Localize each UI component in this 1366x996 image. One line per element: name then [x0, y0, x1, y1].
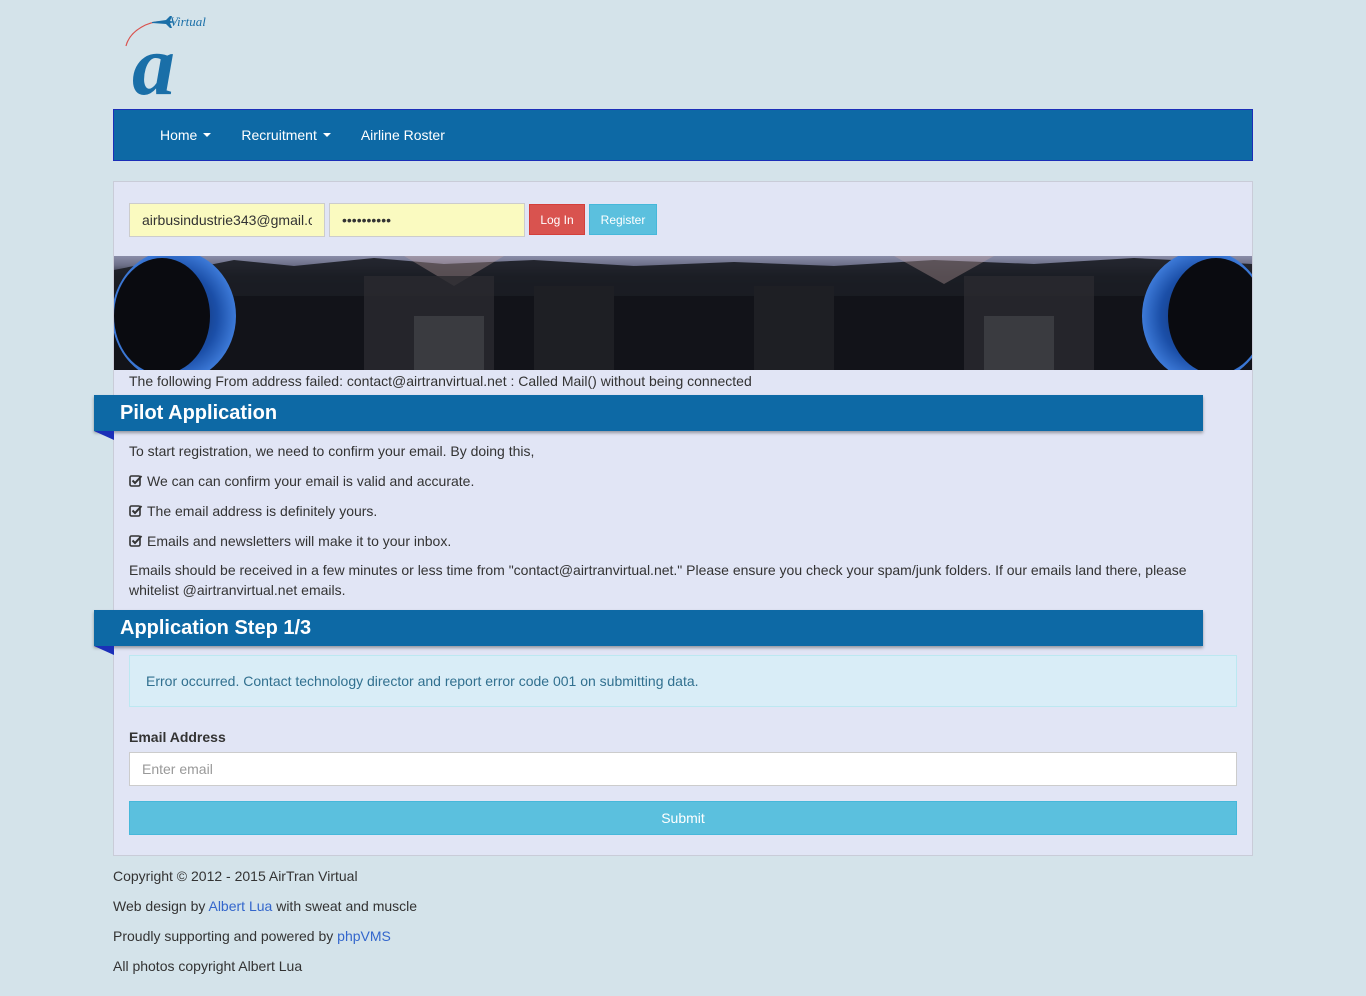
nav-recruitment[interactable]: Recruitment: [226, 127, 345, 143]
nav-home[interactable]: Home: [145, 127, 226, 143]
ribbon-fold: [94, 431, 114, 440]
footer-powered-by: Proudly supporting and powered by phpVMS: [113, 928, 391, 944]
main-panel: Log In Register: [94, 181, 1253, 856]
login-password-input[interactable]: [329, 203, 525, 237]
error-alert: Error occurred. Contact technology direc…: [129, 655, 1237, 707]
point-text: The email address is definitely yours.: [147, 503, 378, 519]
email-address-label: Email Address: [129, 729, 226, 745]
check-square-icon: [129, 475, 143, 487]
footer-design-suffix: with sweat and muscle: [272, 898, 418, 914]
nav-home-label: Home: [160, 127, 198, 143]
point-text: We can can confirm your email is valid a…: [147, 473, 475, 489]
submit-button[interactable]: Submit: [129, 801, 1237, 835]
email-delivery-note: Emails should be received in a few minut…: [129, 562, 1187, 598]
caret-down-icon: [203, 133, 212, 137]
error-alert-text: Error occurred. Contact technology direc…: [146, 673, 699, 689]
pilot-application-intro: To start registration, we need to confir…: [129, 443, 535, 459]
email-field[interactable]: [129, 752, 1237, 786]
mail-error-message: The following From address failed: conta…: [129, 373, 752, 389]
logo-text: Virtual: [170, 14, 206, 29]
logo-letter: a: [132, 17, 175, 102]
nav-airline-roster[interactable]: Airline Roster: [346, 127, 460, 143]
site-logo[interactable]: Virtual a: [120, 12, 220, 113]
nav-recruitment-label: Recruitment: [241, 127, 317, 143]
header-banner-image: [114, 256, 1252, 370]
ribbon-fold: [94, 646, 114, 655]
nav-airline-roster-label: Airline Roster: [360, 127, 445, 143]
list-item: We can can confirm your email is valid a…: [129, 473, 474, 489]
aircraft-photo: [114, 256, 1252, 370]
pilot-application-heading: Pilot Application: [94, 395, 1203, 431]
footer-design-credit: Web design by Albert Lua with sweat and …: [113, 898, 417, 914]
footer-design-prefix: Web design by: [113, 898, 209, 914]
list-item: The email address is definitely yours.: [129, 503, 377, 519]
logo-graphic: Virtual a: [125, 14, 206, 113]
designer-link[interactable]: Albert Lua: [208, 898, 272, 914]
application-step-heading: Application Step 1/3: [94, 610, 1203, 646]
caret-down-icon: [322, 133, 331, 137]
register-button[interactable]: Register: [589, 204, 657, 235]
point-text: Emails and newsletters will make it to y…: [147, 533, 452, 549]
login-email-input[interactable]: [129, 203, 325, 237]
list-item: Emails and newsletters will make it to y…: [129, 533, 451, 549]
check-square-icon: [129, 505, 143, 517]
footer-photos-credit: All photos copyright Albert Lua: [113, 958, 303, 974]
main-navbar: Home Recruitment Airline Roster: [113, 109, 1253, 161]
phpvms-link[interactable]: phpVMS: [337, 928, 391, 944]
footer-copyright: Copyright © 2012 - 2015 AirTran Virtual: [113, 868, 358, 884]
login-button[interactable]: Log In: [529, 204, 585, 235]
check-square-icon: [129, 535, 143, 547]
footer-powered-prefix: Proudly supporting and powered by: [113, 928, 338, 944]
